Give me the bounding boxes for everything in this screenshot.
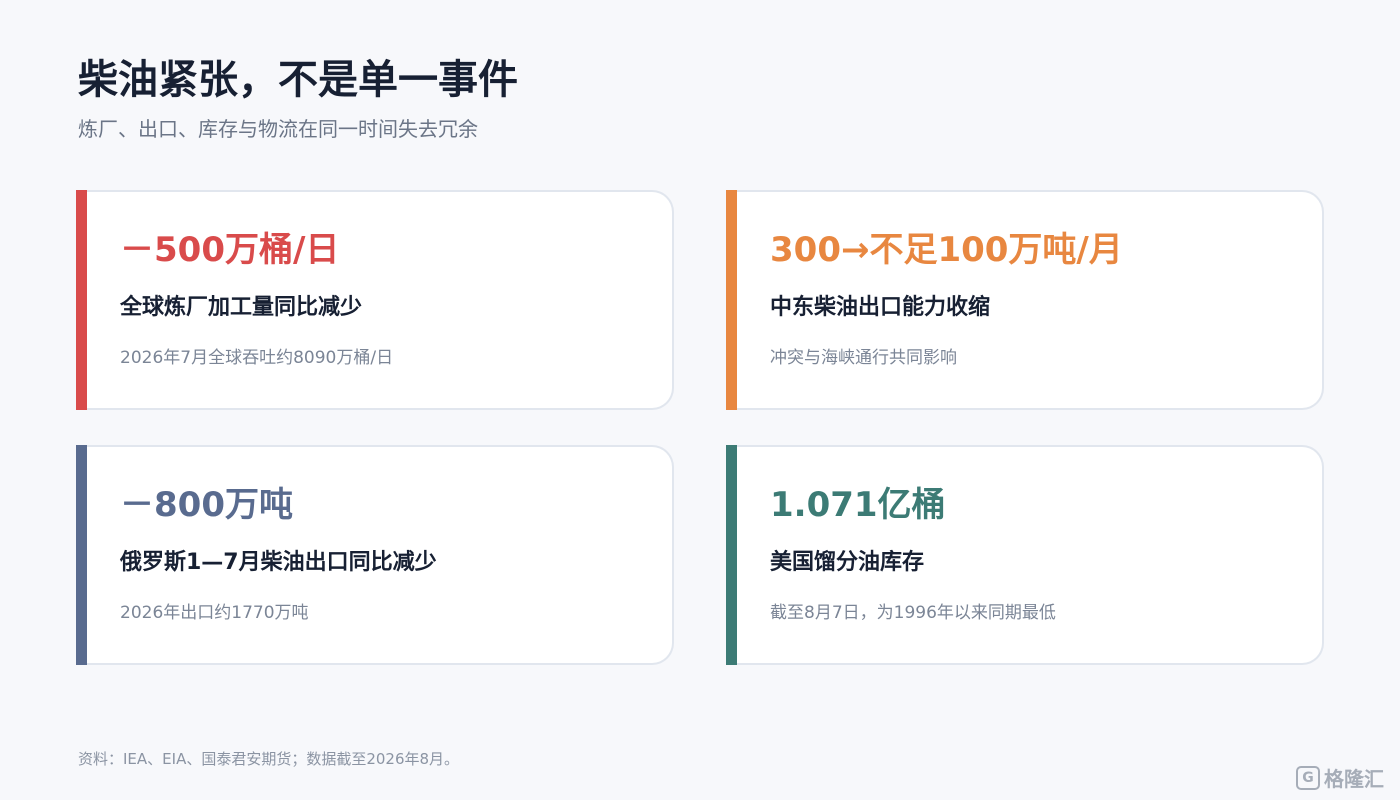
card-metric: 300→不足100万吨/月 bbox=[770, 230, 1123, 270]
brand-logo-icon: G bbox=[1296, 765, 1320, 790]
card-note: 截至8月7日，为1996年以来同期最低 bbox=[770, 603, 1056, 623]
card-accent-bar bbox=[76, 190, 87, 410]
source-note: 资料：IEA、EIA、国泰君安期货；数据截至2026年8月。 bbox=[78, 750, 460, 768]
card-note: 冲突与海峡通行共同影响 bbox=[770, 348, 957, 368]
card-accent-bar bbox=[726, 190, 737, 410]
card-accent-bar bbox=[726, 445, 737, 665]
card-label: 俄罗斯1—7月柴油出口同比减少 bbox=[120, 550, 437, 575]
card-label: 中东柴油出口能力收缩 bbox=[770, 295, 991, 320]
card-label: 美国馏分油库存 bbox=[770, 550, 925, 575]
card-metric: －800万吨 bbox=[120, 485, 293, 525]
card-note: 2026年出口约1770万吨 bbox=[120, 603, 309, 623]
card-label: 全球炼厂加工量同比减少 bbox=[120, 295, 363, 320]
metric-card-russia-exports: －800万吨 俄罗斯1—7月柴油出口同比减少 2026年出口约1770万吨 bbox=[76, 445, 674, 665]
card-note: 2026年7月全球吞吐约8090万桶/日 bbox=[120, 348, 394, 368]
metric-card-middle-east-exports: 300→不足100万吨/月 中东柴油出口能力收缩 冲突与海峡通行共同影响 bbox=[726, 190, 1324, 410]
page-subtitle: 炼厂、出口、库存与物流在同一时间失去冗余 bbox=[78, 117, 478, 141]
watermark: G 格隆汇 bbox=[1296, 763, 1384, 792]
metric-card-refinery: －500万桶/日 全球炼厂加工量同比减少 2026年7月全球吞吐约8090万桶/… bbox=[76, 190, 674, 410]
watermark-text: 格隆汇 bbox=[1324, 767, 1384, 791]
page-title: 柴油紧张，不是单一事件 bbox=[78, 57, 518, 103]
card-accent-bar bbox=[76, 445, 87, 665]
metric-card-us-inventory: 1.071亿桶 美国馏分油库存 截至8月7日，为1996年以来同期最低 bbox=[726, 445, 1324, 665]
card-metric: 1.071亿桶 bbox=[770, 485, 946, 525]
card-metric: －500万桶/日 bbox=[120, 230, 340, 270]
